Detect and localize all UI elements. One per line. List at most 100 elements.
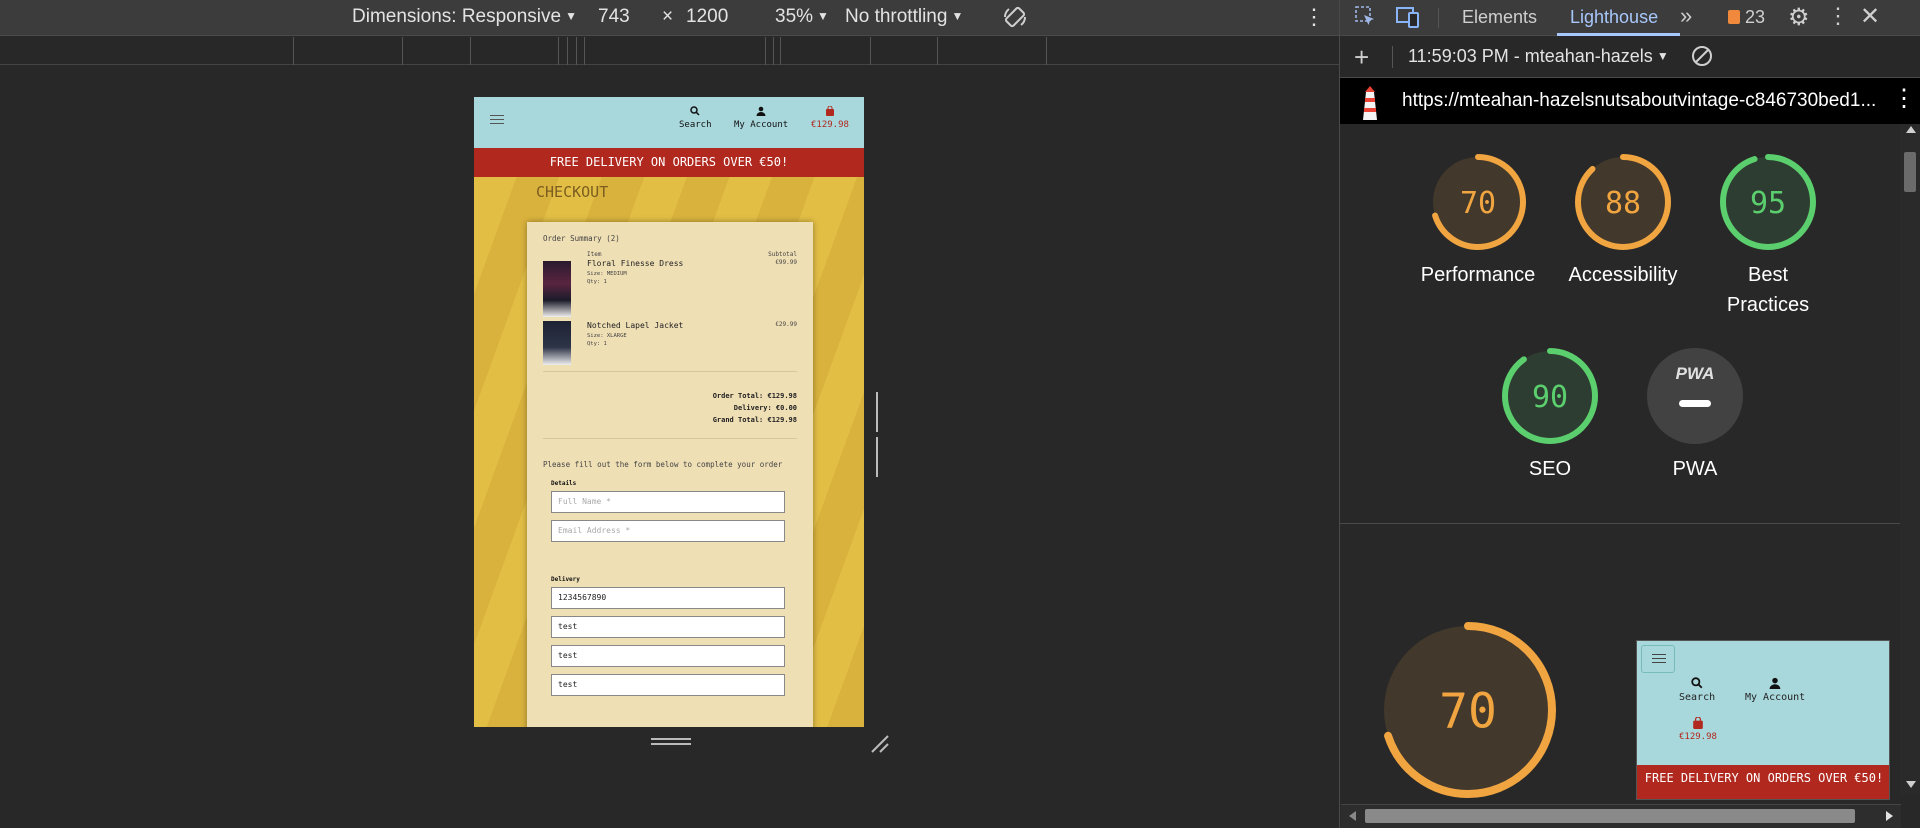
order-summary-heading: Order Summary (2) (543, 234, 620, 243)
big-score-ring: 70 (1380, 622, 1556, 798)
scrollbar-thumb[interactable] (1904, 152, 1916, 192)
address-input[interactable]: test (551, 616, 785, 638)
close-icon[interactable]: ✕ (1860, 2, 1880, 31)
gauge-value: 95 (1750, 186, 1786, 221)
scroll-left-icon[interactable] (1349, 811, 1356, 821)
site-cart-link[interactable]: €129.98 (811, 105, 849, 130)
phone-input[interactable]: 1234567890 (551, 587, 785, 609)
issues-counter[interactable]: 23 (1728, 7, 1765, 28)
site-main: CHECKOUT Order Summary (2) Item Subtotal… (474, 177, 864, 727)
more-tabs-icon[interactable]: » (1680, 3, 1692, 29)
report-selector[interactable]: 11:59:03 PM - mteahan-hazels ▼ (1408, 46, 1669, 67)
device-mode-pane: Dimensions: Responsive ▼ 743 × 1200 35% ▼ … (0, 0, 1339, 828)
page-screenshot-preview[interactable]: Search My Account €129.98 FREE DELIVERY … (1636, 640, 1890, 800)
resize-corner-icon[interactable] (868, 732, 890, 759)
summary-divider (543, 438, 797, 439)
user-icon (734, 105, 788, 119)
email-input[interactable]: Email Address * (551, 520, 785, 542)
gauge-accessibility[interactable]: 88 Accessibility (1548, 152, 1698, 290)
scroll-down-icon[interactable] (1906, 781, 1916, 788)
col-subtotal-header: Subtotal (768, 251, 797, 258)
ruler-tick (937, 37, 938, 65)
clear-reports-icon[interactable] (1690, 44, 1714, 73)
preview-hamburger-icon (1641, 645, 1675, 673)
zoom-dropdown[interactable]: 35% ▼ (775, 6, 829, 28)
height-input[interactable]: 1200 (686, 6, 728, 28)
tab-lighthouse[interactable]: Lighthouse (1570, 7, 1658, 28)
lighthouse-toolbar: + 11:59:03 PM - mteahan-hazels ▼ (1340, 36, 1920, 78)
caret-down-icon: ▼ (565, 9, 577, 23)
gauge-best-practices[interactable]: 95 Best Practices (1693, 152, 1843, 320)
zoom-label: 35% (775, 6, 814, 27)
gauge-pwa[interactable]: PWA PWA (1620, 346, 1770, 484)
emulated-viewport[interactable]: Search My Account €129.98 FREE DELIVERY … (474, 97, 864, 727)
gauge-label: PWA (1672, 458, 1718, 480)
preview-search-label: Search (1679, 692, 1716, 703)
gauge-value: 90 (1532, 380, 1568, 415)
ruler-tick (470, 37, 471, 65)
report-url-bar: https://mteahan-hazelsnutsaboutvintage-c… (1340, 78, 1920, 124)
grand-total: Grand Total: €129.98 (712, 416, 797, 424)
checkout-title: CHECKOUT (536, 183, 609, 201)
site-account-link[interactable]: My Account (734, 105, 788, 130)
full-name-input[interactable]: Full Name * (551, 491, 785, 513)
col-item-header: Item (587, 251, 602, 258)
gauge-label: Best Practices (1726, 264, 1810, 316)
delivery-total: Delivery: €0.00 (733, 404, 797, 412)
score-ring: 70 (1430, 154, 1526, 250)
gauge-label: SEO (1528, 458, 1572, 480)
new-report-plus-icon[interactable]: + (1354, 42, 1369, 73)
settings-gear-icon[interactable]: ⚙ (1788, 3, 1810, 32)
site-search-link[interactable]: Search (679, 105, 712, 130)
throttling-dropdown[interactable]: No throttling ▼ (845, 6, 963, 28)
report-url[interactable]: https://mteahan-hazelsnutsaboutvintage-c… (1402, 90, 1876, 112)
more-options-icon[interactable]: ⋮ (1303, 4, 1325, 30)
performance-big-gauge[interactable]: 70 (1378, 620, 1558, 800)
gauge-performance[interactable]: 70 Performance (1403, 152, 1553, 290)
tab-elements[interactable]: Elements (1462, 7, 1537, 28)
site-account-label: My Account (734, 120, 789, 130)
ruler-tick (576, 37, 577, 65)
search-icon (1679, 677, 1715, 692)
scrollbar-thumb[interactable] (1365, 809, 1855, 823)
ruler-tick (293, 37, 294, 65)
scroll-up-icon[interactable] (1906, 126, 1916, 133)
lighthouse-logo-icon (1358, 84, 1382, 126)
score-ring: 90 (1502, 348, 1598, 444)
issues-count: 23 (1745, 7, 1766, 27)
order-item-row: Floral Finesse Dress Size: MEDIUM Qty: 1… (543, 259, 797, 321)
shopping-bag-icon (1679, 716, 1717, 732)
ruler-tick (773, 37, 774, 65)
more-options-icon[interactable]: ⋮ (1827, 3, 1849, 29)
ruler-tick (1046, 37, 1047, 65)
throttling-label: No throttling (845, 6, 948, 27)
gauge-seo[interactable]: 90 SEO (1475, 346, 1625, 484)
delivery-legend: Delivery (551, 576, 580, 583)
hamburger-icon[interactable] (490, 115, 504, 124)
horizontal-scrollbar[interactable] (1341, 804, 1901, 828)
scroll-right-icon[interactable] (1886, 811, 1893, 821)
address-input[interactable]: test (551, 645, 785, 667)
resize-handle-bottom[interactable] (651, 738, 691, 746)
item-size: Size: XLARGE (587, 333, 627, 339)
preview-banner: FREE DELIVERY ON ORDERS OVER €50! (1637, 765, 1889, 799)
rotate-icon[interactable] (1002, 4, 1028, 36)
product-thumbnail[interactable] (543, 261, 571, 317)
media-query-ruler (0, 37, 1339, 65)
resize-handle-right[interactable] (876, 392, 884, 477)
caret-down-icon: ▼ (1656, 49, 1669, 63)
gauge-value: 70 (1439, 683, 1497, 739)
caret-down-icon: ▼ (951, 9, 964, 23)
dimensions-dropdown[interactable]: Dimensions: Responsive ▼ (352, 6, 577, 28)
product-thumbnail[interactable] (543, 321, 571, 365)
order-item-row: Notched Lapel Jacket Size: XLARGE Qty: 1… (543, 321, 797, 371)
inspect-element-icon[interactable] (1354, 5, 1378, 34)
preview-cart-total: €129.98 (1679, 732, 1717, 742)
vertical-scrollbar[interactable] (1900, 124, 1920, 794)
ruler-tick (780, 37, 781, 65)
devtools-tabbar: Elements Lighthouse » 23 ⚙ ⋮ ✕ (1340, 0, 1920, 36)
report-menu-icon[interactable]: ⋮ (1892, 84, 1916, 113)
device-toolbar-toggle-icon[interactable] (1395, 5, 1421, 34)
address-input[interactable]: test (551, 674, 785, 696)
width-input[interactable]: 743 (598, 6, 630, 28)
